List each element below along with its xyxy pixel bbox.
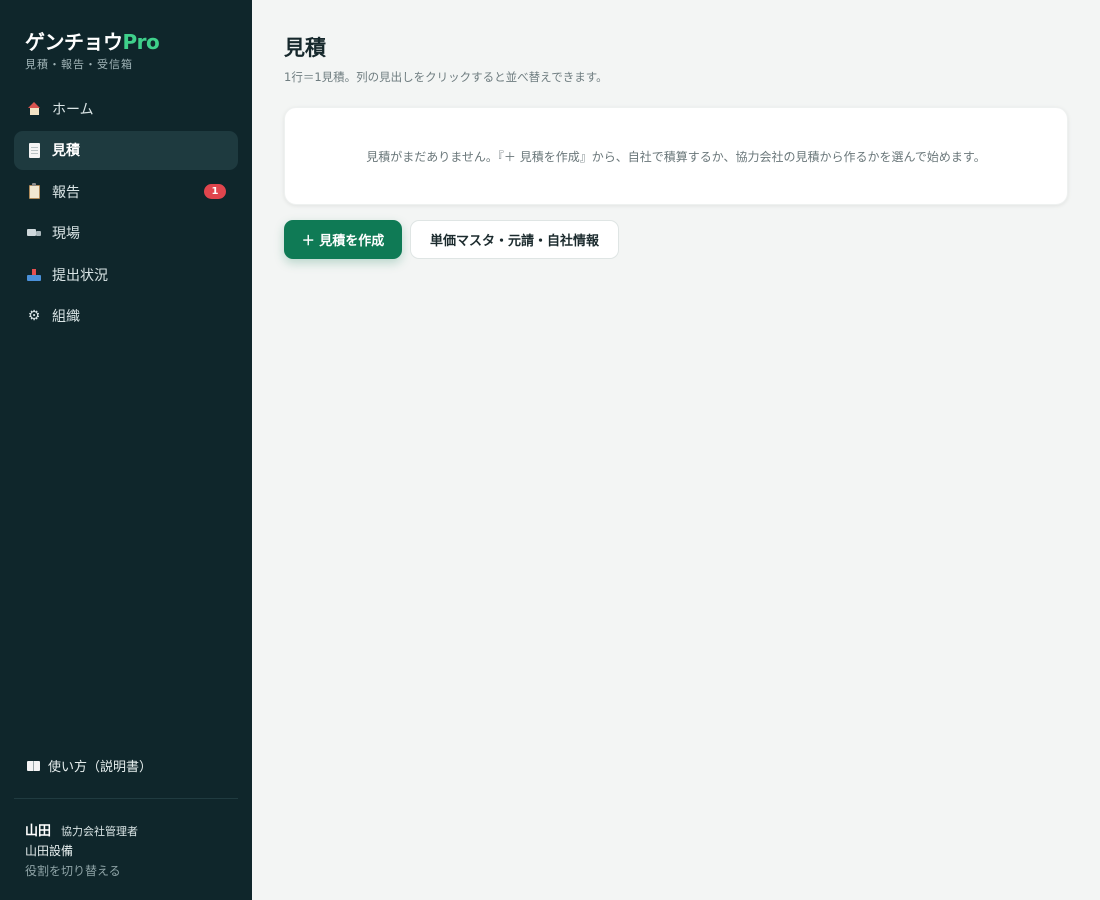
inbox-tray-icon <box>26 267 42 283</box>
brand-logo[interactable]: ゲンチョウPro <box>25 26 160 55</box>
sidebar-item-label: ホーム <box>52 101 94 118</box>
brand-suffix: Pro <box>122 30 160 54</box>
sidebar-item-reports[interactable]: 報告 1 <box>14 172 238 211</box>
user-panel: 山田 協力会社管理者 山田設備 役割を切り替える <box>25 820 138 879</box>
sidebar-item-organization[interactable]: ⚙ 組織 <box>14 297 238 336</box>
user-role: 協力会社管理者 <box>61 825 139 838</box>
page-description: 1行＝1見積。列の見出しをクリックすると並べ替えできます。 <box>284 70 608 84</box>
sidebar-item-submission-status[interactable]: 提出状況 <box>14 255 238 294</box>
sidebar-item-estimates[interactable]: 見積 <box>14 130 238 170</box>
sidebar-nav: ホーム 見積 報告 1 現場 提出状況 ⚙ 組織 <box>14 89 238 338</box>
empty-state-card: 見積がまだありません。『＋ 見積を作成』から、自社で積算するか、協力会社の見積か… <box>284 107 1068 205</box>
sidebar-item-sites[interactable]: 現場 <box>14 214 238 253</box>
sidebar-item-label: 現場 <box>52 226 80 242</box>
sidebar-divider <box>14 798 238 799</box>
master-settings-button[interactable]: 単価マスタ・元請・自社情報 <box>410 220 619 259</box>
sidebar: ゲンチョウPro 見積・報告・受信箱 ホーム 見積 報告 1 現場 提出状況 ⚙… <box>0 0 252 900</box>
truck-icon <box>26 225 42 241</box>
notification-badge: 1 <box>204 184 226 199</box>
clipboard-icon <box>26 182 42 200</box>
empty-state-message: 見積がまだありません。『＋ 見積を作成』から、自社で積算するか、協力会社の見積か… <box>366 149 986 164</box>
sidebar-item-label: 提出状況 <box>52 267 108 284</box>
gear-icon: ⚙ <box>27 308 41 324</box>
book-icon <box>27 760 40 771</box>
user-name: 山田 <box>25 824 52 839</box>
help-label: 使い方（説明書） <box>48 760 153 775</box>
help-link[interactable]: 使い方（説明書） <box>27 756 152 775</box>
sidebar-item-label: 組織 <box>52 309 80 325</box>
create-estimate-button[interactable]: ＋ 見積を作成 <box>284 220 402 259</box>
sidebar-item-home[interactable]: ホーム <box>14 89 238 128</box>
document-icon <box>26 142 42 158</box>
brand-subtitle: 見積・報告・受信箱 <box>25 58 133 71</box>
sidebar-item-label: 報告 <box>52 184 80 201</box>
switch-role-link[interactable]: 役割を切り替える <box>25 862 138 879</box>
sidebar-item-label: 見積 <box>52 143 80 159</box>
home-icon <box>26 101 42 117</box>
brand-name: ゲンチョウ <box>25 30 123 54</box>
page-title: 見積 <box>284 36 326 60</box>
user-company: 山田設備 <box>25 844 74 858</box>
